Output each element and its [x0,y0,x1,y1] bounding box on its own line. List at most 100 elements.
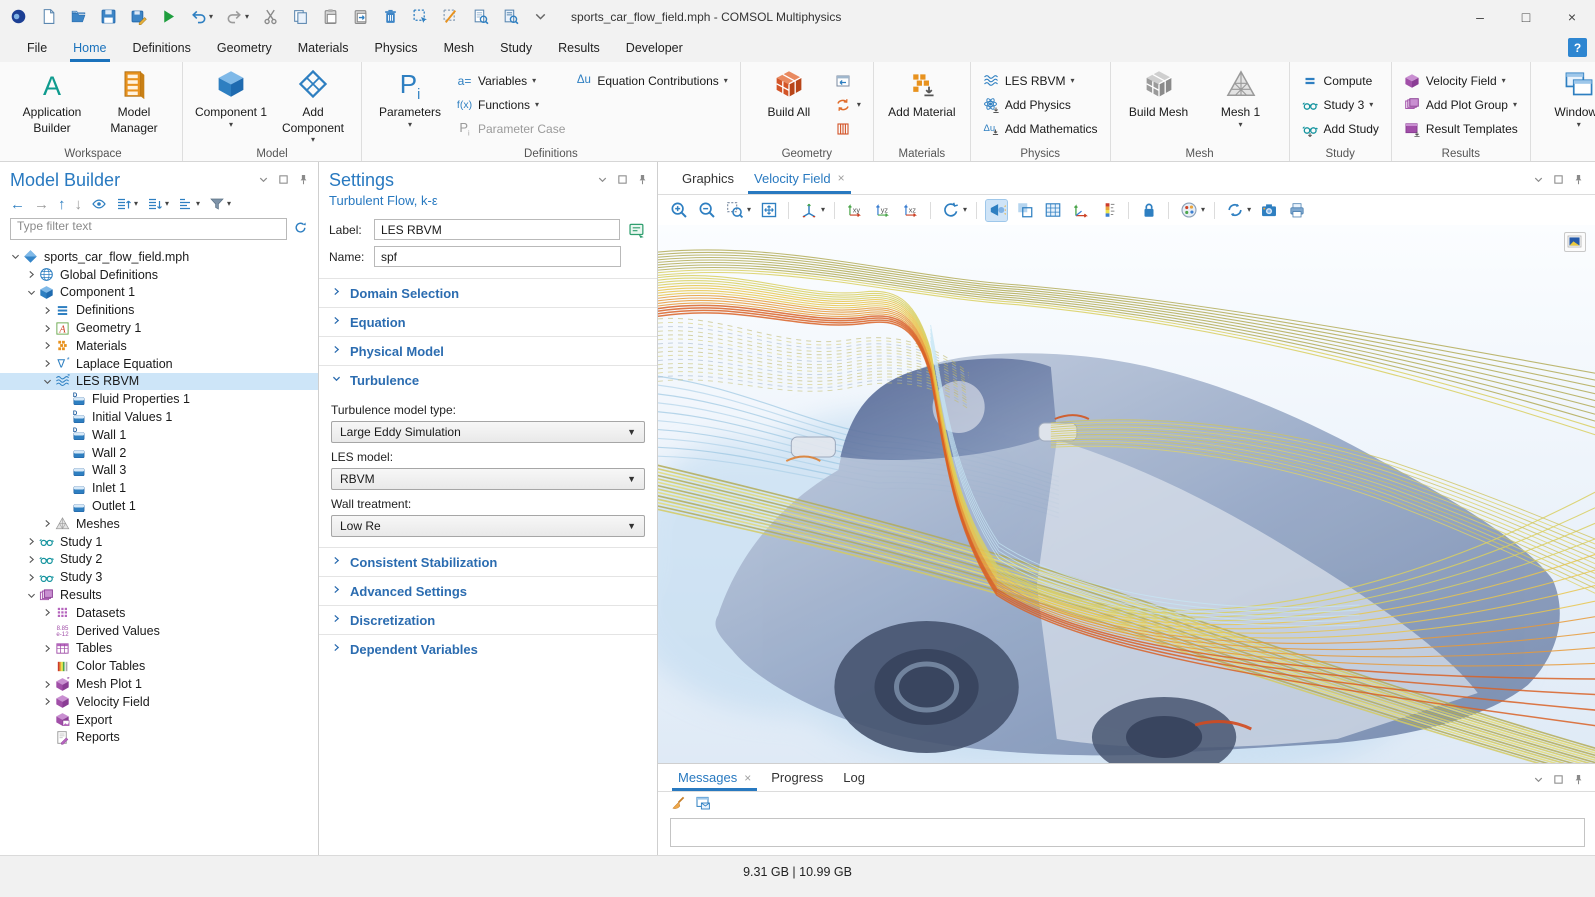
rotate-button[interactable]: ▾ [940,200,967,221]
zoom-box-button[interactable]: ▾ [724,200,751,221]
node-text-button[interactable]: ▾ [178,196,200,212]
nav-back-button[interactable]: ← [10,197,25,212]
wall-treatment-select[interactable]: Low Re▼ [331,515,645,537]
expander-open-icon[interactable] [24,590,38,601]
tree-item-velocity-field[interactable]: Velocity Field [0,693,318,711]
panel-chevron-down-icon[interactable] [1532,173,1545,186]
turbulence-model-type-select[interactable]: Large Eddy Simulation▼ [331,421,645,443]
virtual-operations-button[interactable] [832,119,864,139]
menu-results[interactable]: Results [545,33,613,62]
refresh-icon[interactable] [293,220,308,238]
tree-item-mesh-plot-1[interactable]: *Mesh Plot 1 [0,675,318,693]
expander-open-icon[interactable] [24,287,38,298]
undo-button[interactable]: ▾ [190,8,213,25]
tab-graphics[interactable]: Graphics [672,162,744,194]
expander-open-icon[interactable] [40,376,54,387]
save-file-button[interactable] [100,8,117,25]
section-equation[interactable]: Equation [319,307,657,336]
cut-button[interactable] [262,8,279,25]
filter-input[interactable]: Type filter text [10,218,287,240]
zoom-out-button[interactable] [696,200,717,221]
mesh-1-button[interactable]: Mesh 1▾ [1202,65,1280,145]
section-discretization[interactable]: Discretization [319,605,657,634]
les-rbvm-button[interactable]: LES RBVM▾ [980,71,1101,91]
tree-item-wall-3[interactable]: Wall 3 [0,462,318,480]
rename-icon[interactable] [627,220,647,240]
move-up-button[interactable]: ↑ [58,197,66,212]
maximize-button[interactable]: □ [1503,0,1549,33]
les-model-select[interactable]: RBVM▼ [331,468,645,490]
tree-item-color-tables[interactable]: Color Tables [0,657,318,675]
close-button[interactable]: × [1549,0,1595,33]
tree-item-les-rbvm[interactable]: *LES RBVM [0,373,318,391]
add-study-button[interactable]: Add Study [1299,119,1382,139]
close-tab-icon[interactable]: × [744,771,751,785]
variables-button[interactable]: a=Variables▾ [453,71,568,91]
expander-closed-icon[interactable] [40,696,54,707]
paste-button[interactable] [322,8,339,25]
tree-item-meshes[interactable]: Meshes [0,515,318,533]
panel-maximize-icon[interactable] [1552,773,1565,786]
velocity-field-button[interactable]: Velocity Field▾ [1401,71,1521,91]
panel-maximize-icon[interactable] [1552,173,1565,186]
tree-item-sports-car-flow-field-mph[interactable]: sports_car_flow_field.mph [0,248,318,266]
result-templates-button[interactable]: Result Templates [1401,119,1521,139]
expand-all-button[interactable]: ▾ [116,196,138,212]
tree-item-reports[interactable]: Reports [0,729,318,747]
tree-item-tables[interactable]: Tables [0,640,318,658]
graphics-canvas[interactable] [658,225,1595,763]
plot-thumbnail-icon[interactable] [1564,232,1586,252]
transparency-button[interactable] [1014,200,1035,221]
color-legend-button[interactable] [1098,200,1119,221]
expander-closed-icon[interactable] [24,554,38,565]
tree-item-study-3[interactable]: Study 3 [0,568,318,586]
label-input[interactable]: LES RBVM [374,219,620,240]
tab-progress[interactable]: Progress [761,764,833,791]
study-3-button[interactable]: Study 3▾ [1299,95,1382,115]
add-plot-group-button[interactable]: Add Plot Group▾ [1401,95,1521,115]
expander-closed-icon[interactable] [40,518,54,529]
build-mesh-button[interactable]: Build Mesh [1120,65,1198,145]
insert-sequence-button[interactable] [832,71,864,91]
expander-closed-icon[interactable] [40,607,54,618]
view-yz-button[interactable]: yz [872,200,893,221]
build-all-button[interactable]: Build All [750,65,828,145]
menu-materials[interactable]: Materials [285,33,362,62]
collapse-all-button[interactable]: ▾ [147,196,169,212]
expander-closed-icon[interactable] [40,305,54,316]
tree-item-study-2[interactable]: Study 2 [0,551,318,569]
comsol-logo-button[interactable] [10,8,27,25]
section-dependent-variables[interactable]: Dependent Variables [319,634,657,663]
tree-item-fluid-properties-1[interactable]: DFluid Properties 1 [0,390,318,408]
tab-log[interactable]: Log [833,764,875,791]
menu-mesh[interactable]: Mesh [431,33,488,62]
show-axis-button[interactable] [1070,200,1091,221]
name-input[interactable]: spf [374,246,621,267]
tree-item-export[interactable]: Export [0,711,318,729]
search-settings-button[interactable] [502,8,519,25]
menu-definitions[interactable]: Definitions [120,33,204,62]
add-component-button[interactable]: Add Component▾ [274,65,352,145]
tree-item-initial-values-1[interactable]: DInitial Values 1 [0,408,318,426]
tab-messages[interactable]: Messages× [668,764,761,791]
print-button[interactable] [1286,200,1307,221]
view-xy-button[interactable]: xy [844,200,865,221]
tree-item-derived-values[interactable]: 8.85e-12Derived Values [0,622,318,640]
environment-button[interactable]: ▾ [1224,200,1251,221]
tree-item-global-definitions[interactable]: Global Definitions [0,266,318,284]
paste-duplicate-button[interactable] [352,8,369,25]
parameter-case-button[interactable]: PiParameter Case [453,119,568,139]
panel-maximize-icon[interactable] [616,173,629,186]
equation-contributions-button[interactable]: ΔuEquation Contributions▾ [572,71,730,91]
menu-file[interactable]: File [14,33,60,62]
filter-button[interactable]: ▾ [209,196,231,212]
rebuild-loop-button[interactable]: ▾ [832,95,864,115]
functions-button[interactable]: f(x)Functions▾ [453,95,568,115]
show-eye-button[interactable] [91,196,107,212]
minimize-button[interactable]: – [1457,0,1503,33]
expander-closed-icon[interactable] [24,269,38,280]
tree-item-laplace-equation[interactable]: ∇*Laplace Equation [0,355,318,373]
delete-button[interactable] [382,8,399,25]
go-to-default-view-button[interactable]: ▾ [798,200,825,221]
deselect-objects-button[interactable] [442,8,459,25]
